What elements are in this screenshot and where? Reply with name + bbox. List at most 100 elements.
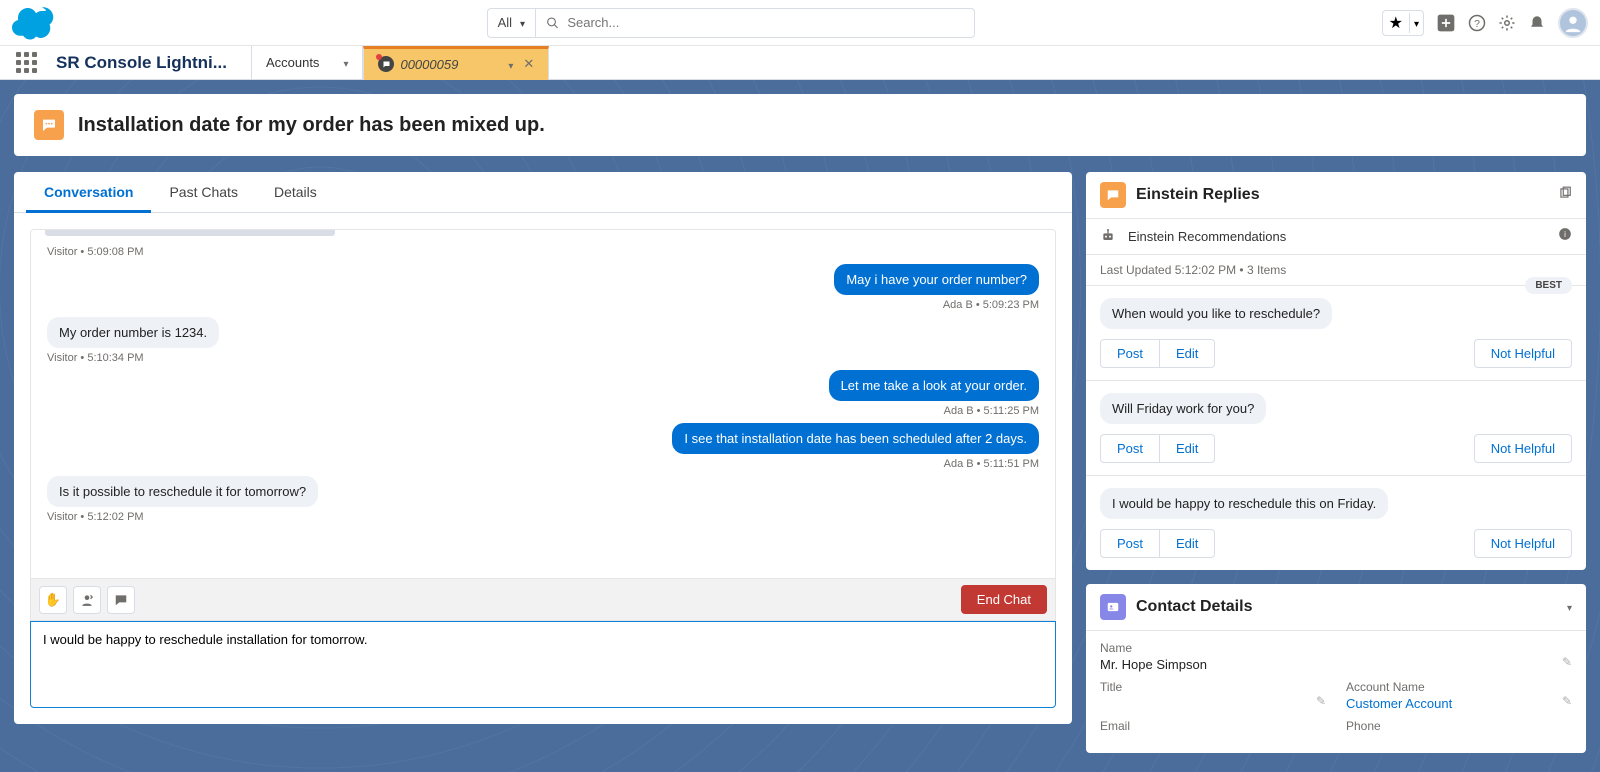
message-meta: Ada B • 5:11:51 PM <box>47 458 1039 470</box>
info-icon[interactable]: i <box>1558 227 1572 246</box>
tab-accounts[interactable]: Accounts <box>251 46 364 80</box>
salesforce-logo <box>12 6 60 40</box>
chat-transcript: Visitor • 5:09:08 PM May i have your ord… <box>30 229 1056 579</box>
last-updated-text: Last Updated 5:12:02 PM • 3 Items <box>1086 255 1586 286</box>
einstein-reply: Will Friday work for you? Post Edit Not … <box>1086 381 1586 476</box>
app-name: SR Console Lightni... <box>56 53 227 73</box>
field-label: Account Name <box>1346 680 1572 694</box>
add-icon[interactable] <box>1436 13 1456 33</box>
scroll-marker <box>45 230 335 236</box>
user-avatar[interactable] <box>1558 8 1588 38</box>
search-icon <box>546 16 559 30</box>
chat-icon <box>378 56 394 72</box>
message-meta: Visitor • 5:10:34 PM <box>47 352 1039 364</box>
tab-chat-session[interactable]: 00000059 ✕ <box>363 46 549 80</box>
einstein-reply: I would be happy to reschedule this on F… <box>1086 476 1586 570</box>
message-text: My order number is 1234. <box>47 317 219 348</box>
help-icon[interactable]: ? <box>1468 14 1486 32</box>
search-scope-dropdown[interactable]: All <box>487 8 535 38</box>
message-meta: Visitor • 5:09:08 PM <box>47 246 1039 258</box>
field-label: Email <box>1100 719 1326 733</box>
message-meta: Visitor • 5:12:02 PM <box>47 511 1039 523</box>
post-button[interactable]: Post <box>1100 339 1160 368</box>
robot-icon <box>1100 228 1118 246</box>
message-text: Let me take a look at your order. <box>829 370 1039 401</box>
field-label: Phone <box>1346 719 1572 733</box>
notifications-bell-icon[interactable] <box>1528 14 1546 32</box>
message-meta: Ada B • 5:11:25 PM <box>47 405 1039 417</box>
end-chat-button[interactable]: End Chat <box>961 585 1047 614</box>
field-title: Title ✎ <box>1100 680 1326 711</box>
contact-details-card: Contact Details Name Mr. Hope Simpson ✎ … <box>1086 584 1586 753</box>
edit-button[interactable]: Edit <box>1160 434 1215 463</box>
tab-label: 00000059 <box>400 57 458 72</box>
edit-icon[interactable]: ✎ <box>1316 694 1326 708</box>
einstein-icon <box>1100 182 1126 208</box>
raise-flag-button[interactable]: ✋ <box>39 586 67 614</box>
tab-label: Accounts <box>266 55 319 70</box>
edit-icon[interactable]: ✎ <box>1562 655 1572 669</box>
tab-past-chats[interactable]: Past Chats <box>151 172 255 212</box>
chat-message: May i have your order number? Ada B • 5:… <box>47 264 1039 311</box>
einstein-replies-card: Einstein Replies Einstein Recommendation… <box>1086 172 1586 570</box>
einstein-reply: BEST When would you like to reschedule? … <box>1086 286 1586 381</box>
app-launcher-icon[interactable] <box>12 49 40 77</box>
transfer-button[interactable] <box>73 586 101 614</box>
global-search[interactable] <box>535 8 975 38</box>
nav-bar: SR Console Lightni... Accounts 00000059 … <box>0 46 1600 80</box>
field-value-link[interactable]: Customer Account <box>1346 696 1572 711</box>
edit-icon[interactable]: ✎ <box>1562 694 1572 708</box>
chat-message: I see that installation date has been sc… <box>47 423 1039 470</box>
chevron-down-icon[interactable] <box>508 57 513 72</box>
message-text: Is it possible to reschedule it for tomo… <box>47 476 318 507</box>
close-icon[interactable]: ✕ <box>523 56 534 72</box>
field-account: Account Name Customer Account ✎ <box>1346 680 1572 711</box>
post-button[interactable]: Post <box>1100 529 1160 558</box>
star-icon: ★ <box>1383 13 1410 33</box>
setup-gear-icon[interactable] <box>1498 14 1516 32</box>
chevron-down-icon <box>1410 14 1423 32</box>
chat-session-icon <box>34 110 64 140</box>
message-meta: Ada B • 5:09:23 PM <box>47 299 1039 311</box>
reply-text: Will Friday work for you? <box>1100 393 1266 424</box>
global-header: All ★ ? <box>0 0 1600 46</box>
panel-tabset: Conversation Past Chats Details <box>14 172 1072 213</box>
chat-toolbar: ✋ End Chat <box>30 579 1056 621</box>
chat-message: My order number is 1234. Visitor • 5:10:… <box>47 317 1039 364</box>
card-title: Contact Details <box>1136 598 1252 616</box>
edit-button[interactable]: Edit <box>1160 339 1215 368</box>
field-value: Mr. Hope Simpson <box>1100 657 1572 672</box>
field-label: Title <box>1100 680 1326 694</box>
tab-conversation[interactable]: Conversation <box>26 172 151 212</box>
einstein-subtitle: Einstein Recommendations <box>1128 229 1286 244</box>
reply-text: When would you like to reschedule? <box>1100 298 1332 329</box>
compose-input[interactable] <box>31 622 1055 702</box>
main-panel: Conversation Past Chats Details Visitor … <box>14 172 1072 724</box>
page-title: Installation date for my order has been … <box>78 114 545 137</box>
record-highlights: Installation date for my order has been … <box>14 94 1586 156</box>
copy-icon[interactable] <box>1558 186 1572 205</box>
not-helpful-button[interactable]: Not Helpful <box>1474 434 1572 463</box>
field-email: Email <box>1100 719 1326 735</box>
chevron-down-icon <box>343 55 348 70</box>
edit-button[interactable]: Edit <box>1160 529 1215 558</box>
contact-icon <box>1100 594 1126 620</box>
message-text: I see that installation date has been sc… <box>672 423 1039 454</box>
quick-text-button[interactable] <box>107 586 135 614</box>
svg-text:?: ? <box>1474 17 1480 29</box>
reply-text: I would be happy to reschedule this on F… <box>1100 488 1388 519</box>
not-helpful-button[interactable]: Not Helpful <box>1474 339 1572 368</box>
svg-text:i: i <box>1564 230 1566 239</box>
search-input[interactable] <box>567 15 964 30</box>
best-badge: BEST <box>1525 277 1572 294</box>
not-helpful-button[interactable]: Not Helpful <box>1474 529 1572 558</box>
message-text: May i have your order number? <box>834 264 1039 295</box>
field-name: Name Mr. Hope Simpson ✎ <box>1100 641 1572 672</box>
tab-details[interactable]: Details <box>256 172 335 212</box>
search-scope-label: All <box>498 15 512 30</box>
chat-message: Is it possible to reschedule it for tomo… <box>47 476 1039 523</box>
post-button[interactable]: Post <box>1100 434 1160 463</box>
favorites-button[interactable]: ★ <box>1382 10 1424 36</box>
chevron-down-icon[interactable] <box>1567 598 1572 616</box>
field-label: Name <box>1100 641 1572 655</box>
